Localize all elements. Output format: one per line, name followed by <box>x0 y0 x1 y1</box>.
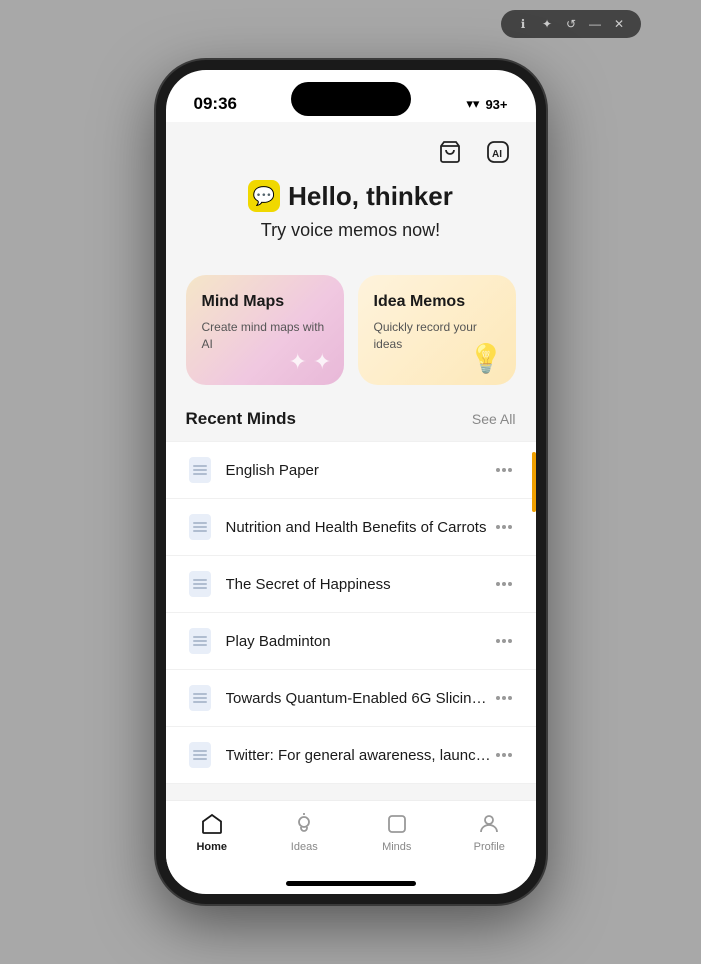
mind-maps-card[interactable]: Mind Maps Create mind maps with AI ✦ ✦ <box>186 275 344 385</box>
doc-icon-3 <box>186 627 214 655</box>
hero-subtitle: Try voice memos now! <box>261 220 440 241</box>
mind-maps-decoration: ✦ ✦ <box>289 349 332 375</box>
doc-icon-1 <box>186 513 214 541</box>
item-title-2: The Secret of Happiness <box>226 576 492 593</box>
more-button-0[interactable] <box>492 464 516 476</box>
greeting-icon: 💬 <box>248 180 280 212</box>
idea-memos-title: Idea Memos <box>374 293 500 311</box>
desktop: ℹ ✦ ↺ — ✕ 09:36 ▾▾ 93+ <box>0 0 701 964</box>
list-item[interactable]: Play Badminton <box>166 613 536 670</box>
home-indicator <box>286 881 416 886</box>
list-item[interactable]: Twitter: For general awareness, launch..… <box>166 727 536 784</box>
recent-section-header: Recent Minds See All <box>166 405 536 441</box>
doc-icon-0 <box>186 456 214 484</box>
nav-minds-label: Minds <box>382 841 411 853</box>
more-button-3[interactable] <box>492 635 516 647</box>
ideas-icon <box>291 811 317 837</box>
basket-button[interactable] <box>432 134 468 170</box>
list-item[interactable]: The Secret of Happiness <box>166 556 536 613</box>
nav-ideas-label: Ideas <box>291 841 318 853</box>
nav-minds[interactable]: Minds <box>351 811 444 853</box>
status-time: 09:36 <box>194 94 237 114</box>
close-icon[interactable]: ✕ <box>611 16 627 32</box>
svg-text:AI: AI <box>492 149 502 160</box>
feature-cards: Mind Maps Create mind maps with AI ✦ ✦ I… <box>166 265 536 405</box>
greeting-text: Hello, thinker <box>288 181 453 212</box>
more-button-1[interactable] <box>492 521 516 533</box>
list-item[interactable]: Nutrition and Health Benefits of Carrots <box>166 499 536 556</box>
nav-home-label: Home <box>196 841 227 853</box>
bottom-nav: Home Ideas Minds <box>166 800 536 881</box>
doc-icon-2 <box>186 570 214 598</box>
battery-level: 93+ <box>485 97 507 112</box>
item-title-1: Nutrition and Health Benefits of Carrots <box>226 519 492 536</box>
nav-profile-label: Profile <box>474 841 505 853</box>
window-bar: ℹ ✦ ↺ — ✕ <box>501 10 641 38</box>
refresh-icon[interactable]: ↺ <box>563 16 579 32</box>
doc-icon-4 <box>186 684 214 712</box>
status-icons: ▾▾ 93+ <box>466 96 507 112</box>
more-button-5[interactable] <box>492 749 516 761</box>
nav-profile[interactable]: Profile <box>443 811 536 853</box>
scroll-indicator <box>532 452 536 512</box>
minimize-icon[interactable]: — <box>587 16 603 32</box>
top-actions: AI <box>166 122 536 170</box>
mind-maps-title: Mind Maps <box>202 293 328 311</box>
item-title-3: Play Badminton <box>226 633 492 650</box>
see-all-button[interactable]: See All <box>472 411 516 427</box>
profile-icon <box>476 811 502 837</box>
recent-list: English Paper Nutrition and Health Benef… <box>166 441 536 784</box>
home-icon <box>199 811 225 837</box>
list-item[interactable]: English Paper <box>166 441 536 499</box>
item-title-5: Twitter: For general awareness, launch..… <box>226 747 492 764</box>
nav-home[interactable]: Home <box>166 811 259 853</box>
greeting-badge: 💬 Hello, thinker <box>248 180 453 212</box>
screen: AI 💬 Hello, thinker Try voice memos now!… <box>166 122 536 800</box>
recent-title: Recent Minds <box>186 409 297 429</box>
star-icon[interactable]: ✦ <box>539 16 555 32</box>
doc-icon-5 <box>186 741 214 769</box>
hero-section: 💬 Hello, thinker Try voice memos now! <box>166 170 536 265</box>
ai-button[interactable]: AI <box>480 134 516 170</box>
dynamic-island <box>291 82 411 116</box>
nav-ideas[interactable]: Ideas <box>258 811 351 853</box>
info-icon[interactable]: ℹ <box>515 16 531 32</box>
wifi-icon: ▾▾ <box>466 96 479 112</box>
more-button-2[interactable] <box>492 578 516 590</box>
list-item[interactable]: Towards Quantum-Enabled 6G Slicing-... <box>166 670 536 727</box>
mind-maps-desc: Create mind maps with AI <box>202 319 328 353</box>
idea-memos-card[interactable]: Idea Memos Quickly record your ideas 💡 <box>358 275 516 385</box>
item-title-4: Towards Quantum-Enabled 6G Slicing-... <box>226 690 492 707</box>
item-title-0: English Paper <box>226 462 492 479</box>
idea-memos-decoration: 💡 <box>469 342 504 375</box>
phone-shell: 09:36 ▾▾ 93+ <box>156 60 546 904</box>
minds-icon <box>384 811 410 837</box>
more-button-4[interactable] <box>492 692 516 704</box>
